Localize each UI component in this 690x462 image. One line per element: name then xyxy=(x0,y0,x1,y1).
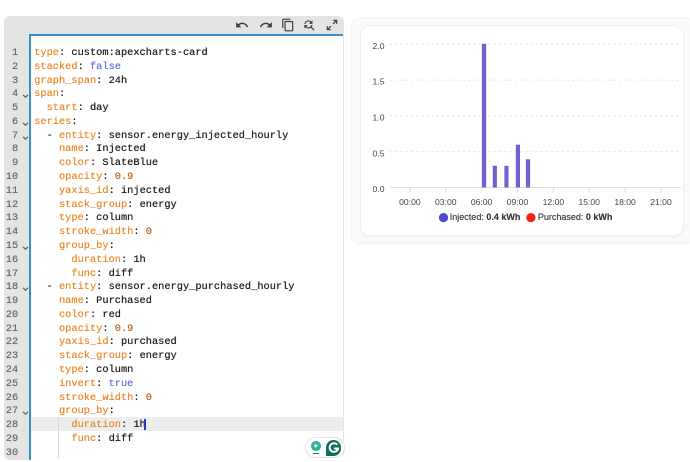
svg-text:0.5: 0.5 xyxy=(373,148,385,158)
svg-text:00:00: 00:00 xyxy=(399,197,421,207)
svg-text:15:00: 15:00 xyxy=(578,197,600,207)
svg-text:1.5: 1.5 xyxy=(373,77,385,87)
svg-text:21:00: 21:00 xyxy=(650,197,672,207)
svg-text:Purchased: 0 kWh: Purchased: 0 kWh xyxy=(538,212,613,222)
svg-text:0.0: 0.0 xyxy=(373,184,385,194)
svg-text:Injected: 0.4 kWh: Injected: 0.4 kWh xyxy=(450,212,521,222)
svg-text:06:00: 06:00 xyxy=(471,197,493,207)
svg-text:09:00: 09:00 xyxy=(507,197,529,207)
svg-text:18:00: 18:00 xyxy=(614,197,636,207)
svg-text:12:00: 12:00 xyxy=(543,197,565,207)
svg-text:2.0: 2.0 xyxy=(373,41,385,51)
svg-text:03:00: 03:00 xyxy=(435,197,457,207)
svg-text:1.0: 1.0 xyxy=(373,113,385,123)
